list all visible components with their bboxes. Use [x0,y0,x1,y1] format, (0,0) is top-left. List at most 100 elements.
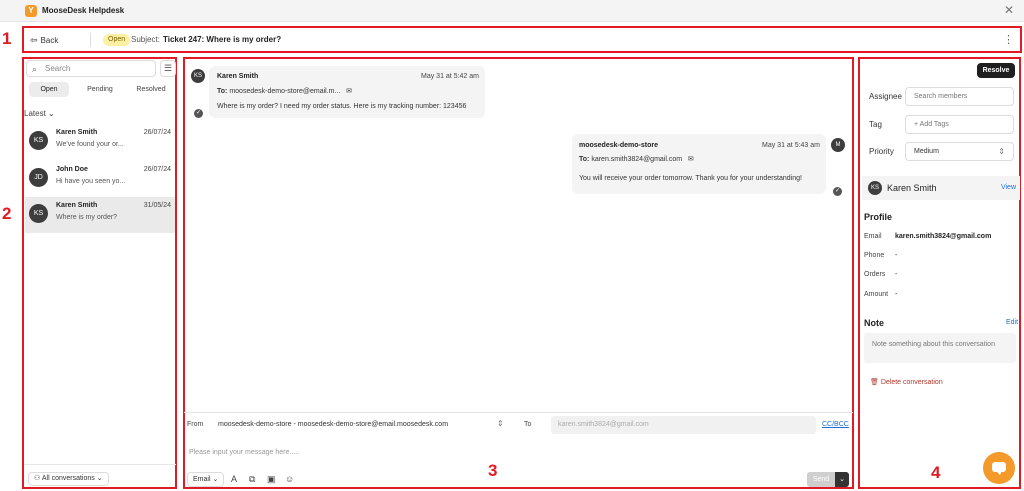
message-to-label: To: [579,156,590,163]
send-button[interactable]: Send [807,472,835,487]
chat-bubble-tail [996,471,1002,475]
avatar: KS [29,131,48,150]
avatar: KS [29,204,48,223]
view-customer-link[interactable]: View [1001,183,1016,193]
mail-icon: ✉ [684,156,694,163]
annotation-box-2 [22,57,177,489]
sort-label: Latest [24,109,46,118]
avatar: JD [29,168,48,187]
ticket-header: ⇦ Back Open Subject: Ticket 247: Where is… [25,29,1020,51]
message-card: moosedesk-demo-store May 31 at 5:43 am T… [572,134,826,194]
profile-email-value: karen.smith3824@gmail.com [895,233,992,240]
check-circle-icon: ✓ [833,187,842,196]
message-sender: Karen Smith [217,73,259,80]
to-field[interactable]: karen.smith3824@gmail.com [551,416,816,434]
channel-dropdown[interactable]: Email ⌄ [187,472,225,487]
tag-input[interactable]: + Add Tags [905,115,1014,134]
note-title: Note [864,318,884,328]
delete-conversation-button[interactable]: 🗑 Delete conversation [870,378,943,388]
back-button[interactable]: ⇦ Back [30,34,58,47]
all-conversations-dropdown[interactable]: ⚇ All conversations ⌄ [28,472,109,486]
send-options-chevron-icon[interactable]: ⌄ [835,472,849,487]
from-select[interactable]: moosedesk-demo-store - moosedesk-demo-st… [218,420,448,430]
moosedesk-logo-icon: Y [25,5,37,17]
customer-name: Karen Smith [887,183,937,193]
note-placeholder: Note something about this conversation [872,341,995,348]
tab-open[interactable]: Open [29,82,69,97]
conversation-date: 26/07/24 [143,129,171,136]
chevron-down-icon: ⌄ [212,476,219,483]
trash-icon: 🗑 [870,379,879,386]
cc-bcc-link[interactable]: CC/BCC [822,420,849,430]
profile-title: Profile [864,212,893,222]
avatar: M [831,138,845,152]
message-recipient: karen.smith3824@gmail.com [591,156,683,163]
tab-pending[interactable]: Pending [80,82,120,97]
to-value: karen.smith3824@gmail.com [558,421,649,428]
conversation-name: Karen Smith [56,129,98,136]
emoji-icon[interactable]: ☺ [285,473,294,485]
profile-amount-value: - [895,291,898,298]
message-recipient: moosedesk-demo-store@email.m... [229,88,341,95]
annotation-number-2: 2 [2,204,12,223]
from-label: From [187,421,204,428]
conversation-item[interactable]: KS Karen Smith 26/07/24 We've found your… [25,124,175,160]
all-conversations-label: All conversations [41,475,95,482]
template-icon[interactable]: ⧉ [249,473,255,485]
search-input[interactable]: ⌕ Search [26,60,156,77]
resolve-button[interactable]: Resolve [977,63,1015,78]
image-icon[interactable]: ▣ [267,473,276,485]
message-input[interactable]: Please input your message here..... [189,448,299,458]
text-format-icon[interactable]: A [231,473,237,485]
note-field[interactable]: Note something about this conversation [864,333,1016,363]
message-to-label: To: [217,88,228,95]
back-label: Back [40,36,59,45]
priority-label: Priority [869,147,894,156]
status-badge: Open [103,34,131,46]
edit-note-link[interactable]: Edit [1006,318,1018,328]
message-date: May 31 at 5:42 am [421,73,479,80]
composer-divider [184,412,853,413]
conversation-item-selected[interactable]: KS Karen Smith 31/05/24 Where is my orde… [25,197,175,233]
back-arrow-icon: ⇦ [30,35,38,45]
message-body: Where is my order? I need my order statu… [217,103,467,110]
conversation-item[interactable]: JD John Doe 26/07/24 Hi have you seen yo… [25,161,175,197]
tag-label: Tag [869,120,882,129]
profile-email-label: Email [864,233,882,240]
annotation-number-1: 1 [2,29,12,48]
check-circle-icon: ✓ [194,109,203,118]
assignee-input[interactable]: Search members [905,87,1014,106]
tab-resolved[interactable]: Resolved [130,82,172,97]
assignee-label: Assignee [869,92,902,101]
conversation-preview: Hi have you seen yo... [56,178,126,185]
mail-icon: ✉ [342,88,353,95]
conversation-date: 31/05/24 [143,202,171,209]
profile-orders-label: Orders [864,271,886,278]
customer-header: KS Karen Smith View [862,176,1020,200]
app-title: MooseDesk Helpdesk [42,6,125,15]
message-date: May 31 at 5:43 am [762,142,820,149]
select-arrows-icon[interactable]: ⇕ [497,419,504,429]
close-icon[interactable]: ✕ [1004,3,1014,17]
message-body: You will receive your order tomorrow. Th… [579,175,802,182]
avatar: KS [868,181,882,195]
chat-widget-button[interactable] [983,452,1015,484]
priority-value: Medium [914,148,939,155]
chevron-down-icon: ⌄ [96,475,103,482]
sidebar-divider [24,464,176,465]
sort-dropdown[interactable]: Latest ⌄ [24,109,55,119]
message-card: Karen Smith May 31 at 5:42 am To: moosed… [209,66,485,118]
more-options-icon[interactable]: ⋮ [1003,33,1014,47]
search-icon: ⌕ [32,64,38,74]
avatar: KS [191,69,205,83]
delete-conversation-label: Delete conversation [880,379,943,386]
tag-placeholder: + Add Tags [914,121,949,128]
chevron-down-icon: ⌄ [48,109,55,118]
to-label: To [524,421,532,428]
conversation-preview: Where is my order? [56,214,118,221]
profile-amount-label: Amount [864,291,889,298]
annotation-number-4: 4 [931,463,941,482]
priority-select[interactable]: Medium ⇕ [905,142,1014,161]
conversation-name: Karen Smith [56,202,98,209]
filter-icon[interactable]: ☰ [160,60,176,77]
